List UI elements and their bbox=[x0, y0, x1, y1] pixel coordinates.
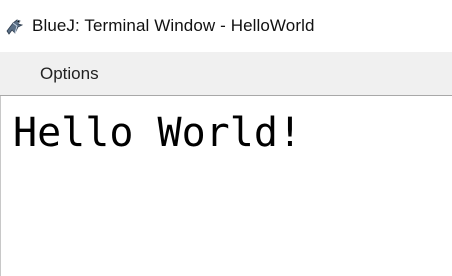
bluej-bird-icon bbox=[5, 17, 25, 37]
menu-bar: Options bbox=[0, 52, 452, 96]
title-bar[interactable]: BlueJ: Terminal Window - HelloWorld bbox=[0, 0, 452, 52]
terminal-window: BlueJ: Terminal Window - HelloWorld Opti… bbox=[0, 0, 452, 276]
terminal-output-line: Hello World! bbox=[13, 110, 302, 156]
terminal-output-area[interactable]: Hello World! bbox=[0, 96, 452, 276]
window-title: BlueJ: Terminal Window - HelloWorld bbox=[32, 16, 315, 35]
menu-options[interactable]: Options bbox=[36, 63, 103, 85]
